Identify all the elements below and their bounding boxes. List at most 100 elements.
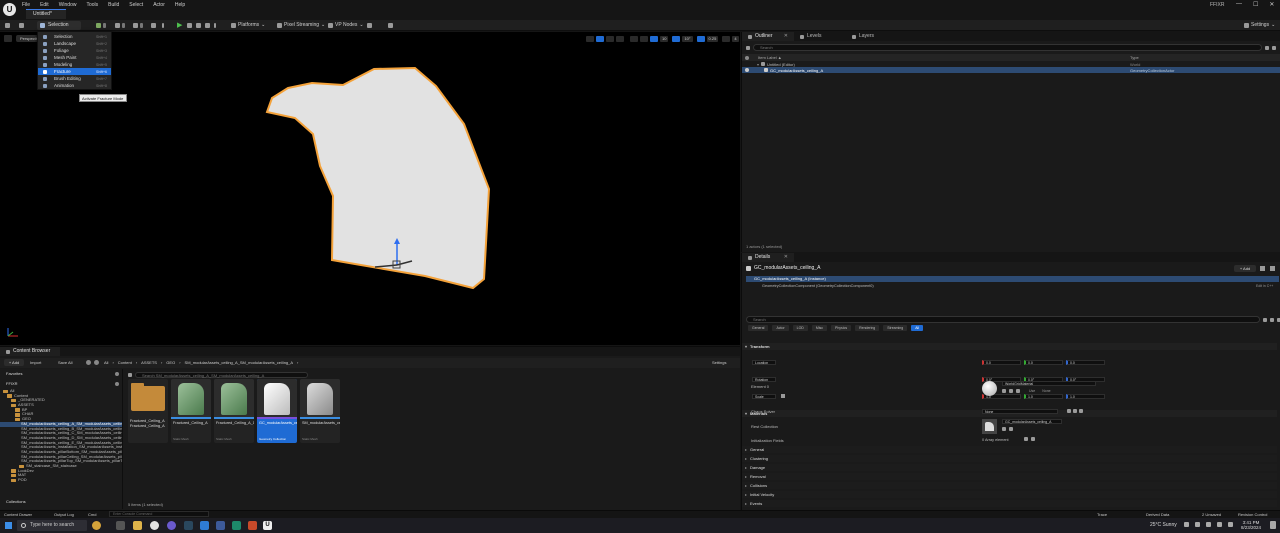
mode-item-fracture[interactable]: Fracture Shift+6 xyxy=(38,68,111,75)
back-icon[interactable] xyxy=(86,360,91,365)
play-options-icon[interactable] xyxy=(214,21,216,30)
tray-app-icon[interactable] xyxy=(1195,522,1200,527)
eyedropper-icon[interactable] xyxy=(1079,409,1083,413)
asset-search-input[interactable]: Search SM_modularAssets_ceiling_A_SM_mod… xyxy=(135,371,308,378)
forward-icon[interactable] xyxy=(94,360,99,365)
use-selected-icon[interactable] xyxy=(1009,427,1013,431)
menu-help[interactable]: Help xyxy=(175,2,185,8)
grid-view-icon[interactable] xyxy=(1263,317,1267,322)
camera-speed-icon[interactable] xyxy=(722,36,731,42)
add-folder-icon[interactable] xyxy=(1265,45,1269,50)
use-selected-icon[interactable] xyxy=(1009,389,1013,393)
viewport-menu-icon[interactable] xyxy=(4,35,12,42)
console-input[interactable]: Enter Console Command xyxy=(109,511,209,517)
notification-icon[interactable] xyxy=(1270,521,1276,529)
filter-icon[interactable] xyxy=(128,372,132,377)
search-icon[interactable] xyxy=(115,382,119,386)
favorites-header[interactable]: Favorites xyxy=(0,371,122,377)
language-icon[interactable] xyxy=(1228,522,1233,527)
steam-icon[interactable] xyxy=(184,521,193,530)
volume-icon[interactable] xyxy=(1217,522,1222,527)
section-collisions[interactable]: ▸ Collisions xyxy=(742,482,1277,489)
tab-outliner[interactable]: Outliner ✕ xyxy=(742,32,794,41)
filter-icon[interactable] xyxy=(746,45,750,50)
app-icon[interactable] xyxy=(200,521,209,530)
menu-edit[interactable]: Edit xyxy=(40,2,49,8)
details-search-input[interactable]: Search xyxy=(746,316,1260,323)
unreal-logo-icon[interactable]: U xyxy=(3,3,16,16)
filter-all[interactable]: All xyxy=(911,325,924,331)
document-tab[interactable]: Untitled* xyxy=(26,9,66,19)
rotate-tool-icon[interactable] xyxy=(606,36,614,42)
mode-item-selection[interactable]: Selection Shift+1 xyxy=(38,33,111,40)
location-y-field[interactable]: 0.0 xyxy=(1024,359,1063,365)
reset-icon[interactable] xyxy=(1016,389,1020,393)
add-actor-icon[interactable] xyxy=(96,21,106,30)
mode-item-foliage[interactable]: Foliage Shift+3 xyxy=(38,47,111,54)
close-button[interactable]: ✕ xyxy=(1269,1,1274,8)
platforms-button[interactable]: Platforms ⌄ xyxy=(231,21,265,30)
section-events[interactable]: ▸ Events xyxy=(742,500,1277,507)
grid-snap-value[interactable]: 10 xyxy=(660,36,669,42)
menu-actor[interactable]: Actor xyxy=(153,2,165,8)
minimize-button[interactable]: — xyxy=(1236,1,1242,8)
more-icon[interactable] xyxy=(162,21,164,30)
play-icon[interactable]: ▶ xyxy=(177,21,182,30)
outliner-settings-icon[interactable] xyxy=(1272,45,1276,50)
visibility-icon[interactable] xyxy=(745,55,749,60)
blueprint-icon[interactable] xyxy=(1260,266,1265,271)
rotation-snap-value[interactable]: 10° xyxy=(682,36,693,42)
rest-collection-dropdown[interactable]: GC_modularAssets_ceiling_A xyxy=(1002,419,1062,424)
grid-snap-icon[interactable] xyxy=(650,36,658,42)
app-icon[interactable] xyxy=(248,521,257,530)
output-log-button[interactable]: Output Log xyxy=(54,512,74,517)
app-icon[interactable] xyxy=(216,521,225,530)
chrome-icon[interactable] xyxy=(150,521,159,530)
search-icon[interactable] xyxy=(115,372,119,376)
file-explorer-icon[interactable] xyxy=(133,521,142,530)
filter-physics[interactable]: Physics xyxy=(831,325,852,331)
add-element-icon[interactable] xyxy=(1024,437,1028,441)
section-general[interactable]: ▸ General xyxy=(742,446,1277,453)
tab-content-browser[interactable]: Content Browser xyxy=(0,347,60,356)
network-icon[interactable] xyxy=(1206,522,1211,527)
content-icon[interactable] xyxy=(19,21,24,30)
scale-snap-value[interactable]: 0.25 xyxy=(706,36,719,42)
mode-item-landscape[interactable]: Landscape Shift+2 xyxy=(38,40,111,47)
select-tool-icon[interactable] xyxy=(586,36,594,42)
menu-select[interactable]: Select xyxy=(129,2,143,8)
mode-item-modeling[interactable]: Modeling Shift+5 xyxy=(38,61,111,68)
cb-settings-button[interactable]: Settings xyxy=(712,360,726,365)
instance-row[interactable]: GC_modularAssets_ceiling_A (Instance) xyxy=(746,276,1279,282)
actor-name-field[interactable]: GC_modularAssets_ceiling_A xyxy=(754,265,820,271)
translate-tool-icon[interactable] xyxy=(596,36,604,42)
mode-item-mesh-paint[interactable]: Mesh Paint Shift+4 xyxy=(38,54,111,61)
revision-control-button[interactable]: Revision Control xyxy=(1238,512,1267,517)
save-all-button[interactable]: Save All xyxy=(58,360,72,365)
pick-actor-icon[interactable] xyxy=(1073,409,1077,413)
play-step-icon[interactable] xyxy=(187,21,192,30)
asset-tile-selected[interactable]: GC_modularAssets_ceiling_A Geometry Coll… xyxy=(257,379,297,443)
asset-tile[interactable]: Fractured_Ceiling_A Static Mesh xyxy=(171,379,211,443)
tab-levels[interactable]: Levels xyxy=(794,32,846,41)
outliner-row-gc-actor[interactable]: GC_modularAssets_ceiling_A GeometryColle… xyxy=(742,67,1280,73)
camera-speed-value[interactable]: 4 xyxy=(732,36,739,42)
filter-actor[interactable]: Actor xyxy=(772,325,789,331)
location-x-field[interactable]: 0.0 xyxy=(982,359,1021,365)
weather-widget[interactable]: 25°C Sunny xyxy=(1150,522,1177,528)
tab-details[interactable]: Details ✕ xyxy=(742,253,794,262)
section-transform[interactable]: ▾ Transform xyxy=(742,343,1277,350)
scale-snap-icon[interactable] xyxy=(696,36,705,42)
filter-rendering[interactable]: Rendering xyxy=(855,325,880,331)
section-removal[interactable]: ▸ Removal xyxy=(742,473,1277,480)
cmd-dropdown[interactable]: Cmd xyxy=(88,512,96,517)
world-space-icon[interactable] xyxy=(630,36,638,42)
details-settings-icon[interactable] xyxy=(1270,266,1275,271)
browse-icon[interactable] xyxy=(1002,389,1006,393)
delete-icon[interactable] xyxy=(1031,437,1035,441)
maximize-button[interactable]: ☐ xyxy=(1253,1,1258,8)
filter-general[interactable]: General xyxy=(748,325,769,331)
save-icon[interactable] xyxy=(5,21,10,30)
close-tab-icon[interactable]: ✕ xyxy=(784,253,788,262)
unreal-taskbar-icon[interactable]: U xyxy=(263,521,272,530)
